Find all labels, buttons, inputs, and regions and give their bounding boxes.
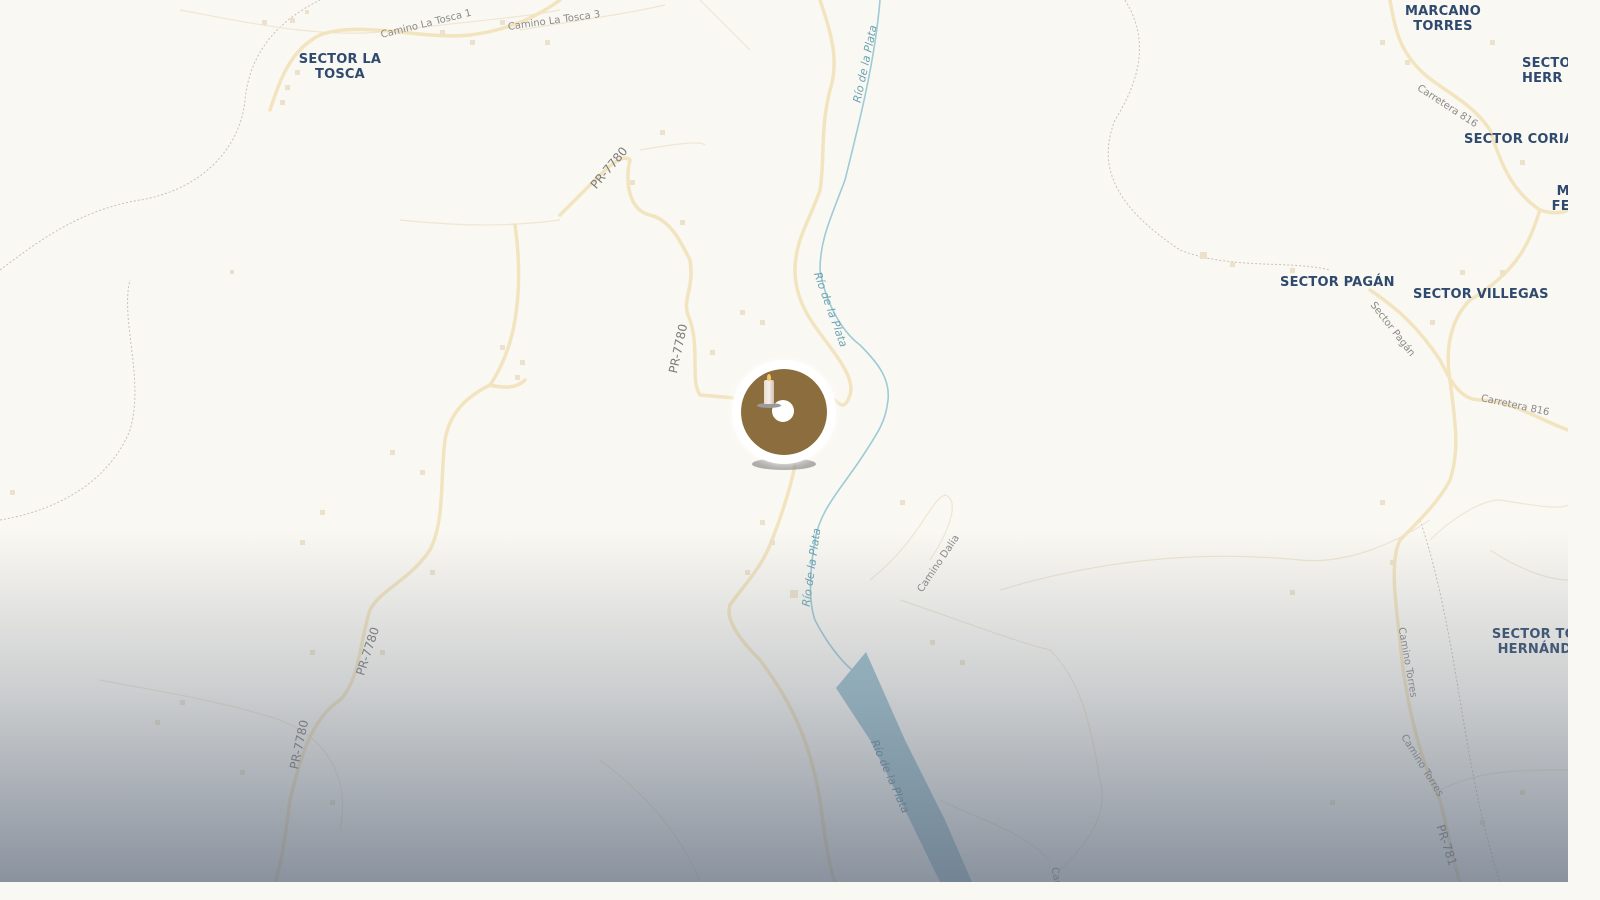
place-label-sector-la-tosca: SECTOR LA TOSCA bbox=[298, 52, 382, 82]
place-label-sector-pagan: SECTOR PAGÁN bbox=[1280, 275, 1395, 290]
location-marker[interactable] bbox=[732, 360, 836, 464]
place-label-sector-villegas: SECTOR VILLEGAS bbox=[1413, 287, 1549, 302]
map-canvas[interactable]: SECTOR LA TOSCA MARCANO TORRES SECTO HER… bbox=[0, 0, 1568, 882]
place-label-sector-corian: SECTOR CORIAN bbox=[1464, 132, 1568, 147]
place-label-sector-herr: SECTO HERR bbox=[1522, 56, 1568, 86]
place-label-marcano-torres: MARCANO TORRES bbox=[1405, 4, 1481, 34]
place-label-sector-ma-fer: S MA FER bbox=[1551, 184, 1568, 214]
place-label-sector-tor-hernandez: SECTOR TOR HERNÁNDE bbox=[1491, 627, 1568, 657]
